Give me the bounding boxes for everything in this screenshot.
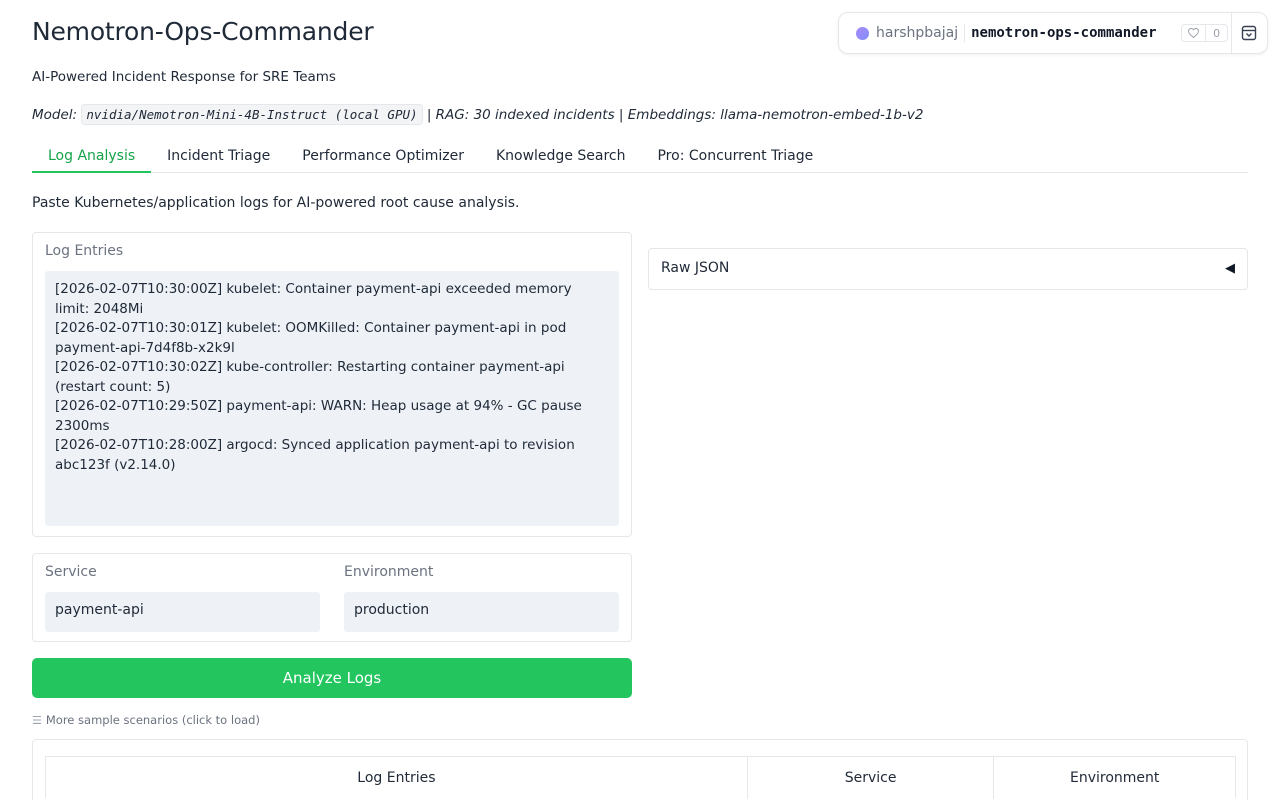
raw-json-label: Raw JSON bbox=[661, 260, 730, 276]
avatar-icon bbox=[856, 26, 869, 40]
space-repo-link[interactable]: nemotron-ops-commander bbox=[971, 25, 1171, 41]
table-header-environment[interactable]: Environment bbox=[994, 757, 1235, 799]
raw-json-accordion[interactable]: Raw JSON ◀ bbox=[648, 248, 1248, 290]
list-icon: ☰ bbox=[32, 713, 42, 727]
page-title: Nemotron-Ops-Commander bbox=[32, 17, 374, 46]
table-header-log-entries[interactable]: Log Entries bbox=[46, 757, 748, 799]
samples-table-container: Log Entries Service Environment bbox=[32, 739, 1248, 800]
like-button[interactable]: 0 bbox=[1181, 24, 1229, 42]
environment-label: Environment bbox=[344, 564, 434, 580]
model-prefix: Model: bbox=[32, 107, 78, 123]
model-name: nvidia/Nemotron-Mini-4B-Instruct (local … bbox=[81, 104, 423, 125]
sample-scenarios-toggle[interactable]: ☰ More sample scenarios (click to load) bbox=[32, 713, 260, 727]
tab-bar: Log Analysis Incident Triage Performance… bbox=[32, 140, 1248, 173]
space-owner-link[interactable]: harshpbajaj bbox=[876, 25, 958, 41]
samples-table: Log Entries Service Environment bbox=[45, 756, 1236, 799]
heart-icon bbox=[1182, 25, 1207, 41]
caret-left-icon: ◀ bbox=[1225, 261, 1235, 276]
model-suffix: | RAG: 30 indexed incidents | Embeddings… bbox=[426, 107, 924, 123]
tab-knowledge-search[interactable]: Knowledge Search bbox=[480, 140, 642, 173]
badge-separator bbox=[1231, 13, 1232, 53]
tab-incident-triage[interactable]: Incident Triage bbox=[151, 140, 286, 173]
model-info: Model: nvidia/Nemotron-Mini-4B-Instruct … bbox=[32, 104, 924, 125]
page-subtitle: AI-Powered Incident Response for SRE Tea… bbox=[32, 69, 336, 85]
space-badge: harshpbajaj nemotron-ops-commander 0 bbox=[838, 12, 1268, 54]
tab-description: Paste Kubernetes/application logs for AI… bbox=[32, 195, 520, 211]
analyze-logs-button[interactable]: Analyze Logs bbox=[32, 658, 632, 698]
environment-input[interactable]: production bbox=[344, 592, 619, 632]
table-header-service[interactable]: Service bbox=[748, 757, 995, 799]
collapse-icon[interactable] bbox=[1241, 25, 1257, 41]
service-environment-block: Service payment-api Environment producti… bbox=[32, 553, 632, 642]
log-entries-label: Log Entries bbox=[45, 243, 124, 259]
tab-log-analysis[interactable]: Log Analysis bbox=[32, 140, 152, 173]
service-label: Service bbox=[45, 564, 97, 580]
service-input[interactable]: payment-api bbox=[45, 592, 320, 632]
sample-scenarios-label: More sample scenarios (click to load) bbox=[45, 713, 260, 727]
log-entries-block: Log Entries [2026-02-07T10:30:00Z] kubel… bbox=[32, 232, 632, 537]
like-count: 0 bbox=[1213, 26, 1221, 40]
tab-concurrent-triage[interactable]: Pro: Concurrent Triage bbox=[641, 140, 829, 173]
tab-performance-optimizer[interactable]: Performance Optimizer bbox=[286, 140, 480, 173]
badge-divider bbox=[964, 24, 966, 42]
log-entries-textarea[interactable]: [2026-02-07T10:30:00Z] kubelet: Containe… bbox=[45, 271, 619, 526]
